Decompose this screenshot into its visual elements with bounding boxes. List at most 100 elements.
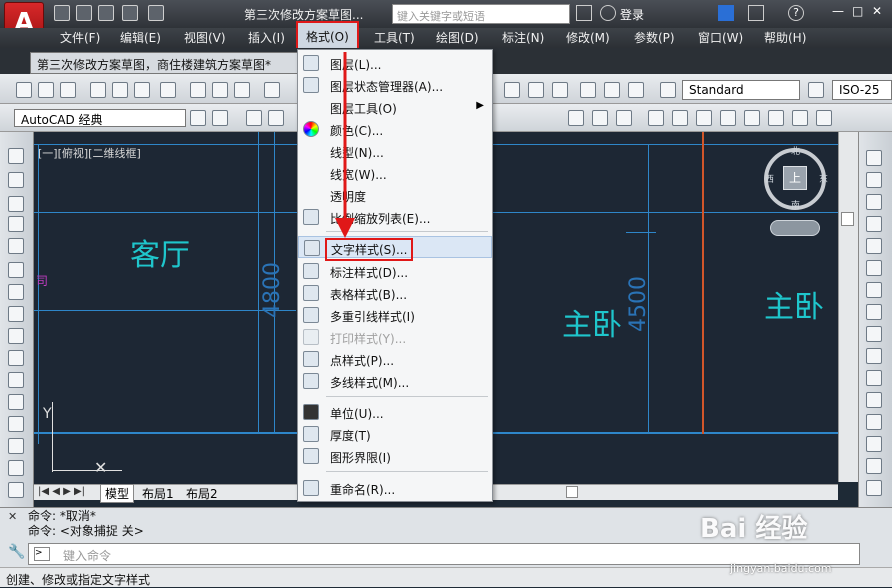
menu-tools[interactable]: 工具(T) bbox=[370, 28, 419, 48]
menu-item-point-style[interactable]: 点样式(P)... bbox=[298, 348, 492, 370]
publish-icon[interactable] bbox=[134, 82, 150, 98]
arc-icon[interactable] bbox=[8, 262, 24, 278]
menu-insert[interactable]: 插入(I) bbox=[244, 28, 289, 48]
menu-item-limits[interactable]: 图形界限(I) bbox=[298, 445, 492, 467]
viewport-label[interactable]: [一][俯视][二维线框] bbox=[38, 145, 141, 161]
new-file-icon[interactable] bbox=[54, 5, 70, 21]
match-properties-icon[interactable] bbox=[264, 82, 280, 98]
radius-dim-icon[interactable] bbox=[744, 110, 760, 126]
chamfer-icon[interactable] bbox=[866, 436, 882, 452]
layer-prev-icon[interactable] bbox=[592, 110, 608, 126]
erase-icon[interactable] bbox=[866, 150, 882, 166]
menu-item-layer-tools[interactable]: 图层工具(O) ▶ bbox=[298, 96, 492, 118]
open-file-icon[interactable] bbox=[76, 5, 92, 21]
aligned-dim-icon[interactable] bbox=[672, 110, 688, 126]
close-button[interactable]: ✕ bbox=[872, 4, 882, 18]
polygon-icon[interactable] bbox=[8, 216, 24, 232]
menu-item-lineweight[interactable]: 线宽(W)... bbox=[298, 162, 492, 184]
paste-icon[interactable] bbox=[234, 82, 250, 98]
fillet-icon[interactable] bbox=[866, 458, 882, 474]
workspace-select[interactable]: AutoCAD 经典 bbox=[14, 109, 186, 127]
stretch-icon[interactable] bbox=[866, 326, 882, 342]
menu-item-layer[interactable]: 图层(L)... bbox=[298, 52, 492, 74]
menu-item-units[interactable]: 单位(U)... bbox=[298, 401, 492, 423]
save-as-icon[interactable] bbox=[122, 5, 138, 21]
menu-dimension[interactable]: 标注(N) bbox=[498, 28, 548, 48]
angular-dim-icon[interactable] bbox=[816, 110, 832, 126]
trim-icon[interactable] bbox=[866, 348, 882, 364]
move-icon[interactable] bbox=[866, 260, 882, 276]
mirror-icon[interactable] bbox=[866, 194, 882, 210]
menu-item-table-style[interactable]: 表格样式(B)... bbox=[298, 282, 492, 304]
menu-parameters[interactable]: 参数(P) bbox=[630, 28, 679, 48]
layer-iso-icon[interactable] bbox=[616, 110, 632, 126]
cut-icon[interactable] bbox=[190, 82, 206, 98]
menu-item-linetype[interactable]: 线型(N)... bbox=[298, 140, 492, 162]
circle-icon[interactable] bbox=[8, 284, 24, 300]
gradient-icon[interactable] bbox=[8, 482, 24, 498]
print-icon[interactable] bbox=[90, 82, 106, 98]
new-icon[interactable] bbox=[16, 82, 32, 98]
menu-item-dim-style[interactable]: 标注样式(D)... bbox=[298, 260, 492, 282]
save-icon[interactable] bbox=[98, 5, 114, 21]
explode-icon[interactable] bbox=[866, 480, 882, 496]
linear-dim-icon[interactable] bbox=[648, 110, 664, 126]
text-style-toolbar-icon[interactable] bbox=[504, 82, 520, 98]
layer-properties-icon[interactable] bbox=[246, 110, 262, 126]
minimize-button[interactable]: — bbox=[832, 4, 844, 18]
maximize-button[interactable]: □ bbox=[852, 4, 863, 18]
arc-length-icon[interactable] bbox=[696, 110, 712, 126]
menu-item-thickness[interactable]: 厚度(T) bbox=[298, 423, 492, 445]
share-icon[interactable] bbox=[748, 5, 764, 21]
offset-icon[interactable] bbox=[866, 216, 882, 232]
menu-item-transparency[interactable]: 透明度 bbox=[298, 184, 492, 206]
construction-line-icon[interactable] bbox=[8, 172, 24, 188]
tab-model[interactable]: 模型 bbox=[100, 484, 135, 503]
tab-layout2[interactable]: 布局2 bbox=[186, 485, 218, 502]
menu-modify[interactable]: 修改(M) bbox=[562, 28, 614, 48]
zoom-icon[interactable] bbox=[552, 82, 568, 98]
copy-icon[interactable] bbox=[212, 82, 228, 98]
menu-view[interactable]: 视图(V) bbox=[180, 28, 230, 48]
3d-print-icon[interactable] bbox=[160, 82, 176, 98]
extend-icon[interactable] bbox=[866, 370, 882, 386]
break-icon[interactable] bbox=[866, 392, 882, 408]
scale-icon[interactable] bbox=[866, 304, 882, 320]
print-icon[interactable] bbox=[148, 5, 164, 21]
exchange-icon[interactable] bbox=[718, 5, 734, 21]
diameter-dim-icon[interactable] bbox=[792, 110, 808, 126]
wrench-icon[interactable]: 🔧 bbox=[8, 544, 25, 560]
menu-item-mline-style[interactable]: 多线样式(M)... bbox=[298, 370, 492, 392]
scroll-thumb[interactable] bbox=[841, 212, 854, 226]
save-icon[interactable] bbox=[60, 82, 76, 98]
insert-block-icon[interactable] bbox=[8, 394, 24, 410]
viewcube-wcs-icon[interactable] bbox=[770, 220, 820, 236]
menu-file[interactable]: 文件(F) bbox=[56, 28, 104, 48]
ordinate-dim-icon[interactable] bbox=[720, 110, 736, 126]
menu-item-rename[interactable]: 重命名(R)... bbox=[298, 477, 492, 499]
tab-layout1[interactable]: 布局1 bbox=[142, 485, 174, 502]
close-icon[interactable]: ✕ bbox=[8, 510, 17, 523]
workspace-lock-icon[interactable] bbox=[212, 110, 228, 126]
make-block-icon[interactable] bbox=[8, 416, 24, 432]
menu-draw[interactable]: 绘图(D) bbox=[432, 28, 483, 48]
polyline-icon[interactable] bbox=[8, 196, 24, 212]
menu-item-color[interactable]: 颜色(C)... bbox=[298, 118, 492, 140]
lightbulb-icon[interactable] bbox=[268, 110, 284, 126]
zoom-window-icon[interactable] bbox=[580, 82, 596, 98]
point-icon[interactable] bbox=[8, 438, 24, 454]
layer-match-icon[interactable] bbox=[568, 110, 584, 126]
dim-style-select[interactable]: ISO-25 bbox=[832, 80, 892, 100]
tab-nav-arrows[interactable]: |◀ ◀ ▶ ▶| bbox=[38, 486, 85, 497]
vertical-scrollbar[interactable] bbox=[838, 132, 858, 482]
search-icon[interactable] bbox=[576, 5, 592, 21]
rotate-icon[interactable] bbox=[866, 282, 882, 298]
open-icon[interactable] bbox=[38, 82, 54, 98]
search-input[interactable]: 键入关键字或短语 bbox=[392, 4, 570, 24]
line-tool-icon[interactable] bbox=[8, 148, 24, 164]
text-style-select[interactable]: Standard bbox=[682, 80, 800, 100]
spline-icon[interactable] bbox=[8, 328, 24, 344]
ellipse-arc-icon[interactable] bbox=[8, 372, 24, 388]
hatch-icon[interactable] bbox=[8, 460, 24, 476]
menu-window[interactable]: 窗口(W) bbox=[694, 28, 747, 48]
